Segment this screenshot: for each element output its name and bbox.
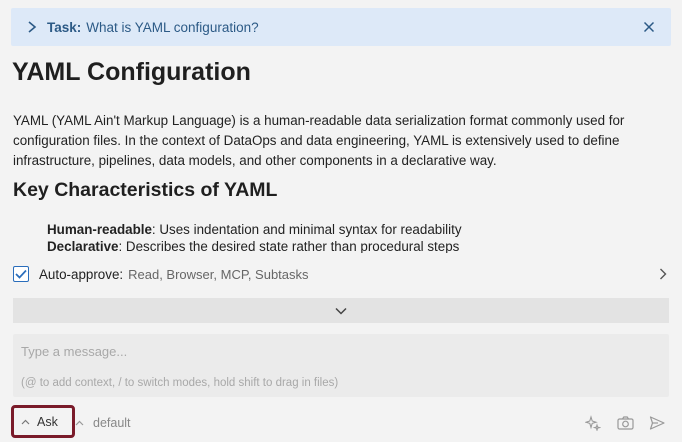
characteristics-list: Human-readable: Uses indentation and min… [47, 221, 647, 253]
close-icon[interactable] [641, 19, 657, 35]
chevron-down-icon [335, 302, 347, 320]
chevron-up-icon [21, 419, 31, 425]
chevron-up-icon [75, 420, 85, 426]
profile-selector[interactable]: default [75, 414, 131, 432]
task-text: What is YAML configuration? [86, 19, 259, 35]
chevron-right-icon[interactable] [657, 267, 669, 281]
message-hint: (@ to add context, / to switch modes, ho… [21, 377, 339, 389]
camera-icon[interactable] [616, 414, 634, 432]
list-item-desc: : Describes the desired state rather tha… [118, 239, 460, 253]
mode-selector[interactable]: Ask [11, 405, 75, 438]
page-title: YAML Configuration [12, 58, 251, 86]
list-item-term: Declarative [47, 239, 119, 253]
auto-approve-items: Read, Browser, MCP, Subtasks [128, 266, 309, 282]
chevron-right-icon[interactable] [27, 20, 39, 34]
intro-paragraph: YAML (YAML Ain't Markup Language) is a h… [13, 113, 625, 168]
list-item-desc: : Uses indentation and minimal syntax fo… [151, 222, 462, 237]
auto-approve-label: Auto-approve: [39, 266, 124, 282]
mode-label: Ask [37, 414, 58, 429]
sparkle-icon[interactable] [584, 414, 602, 432]
expand-toggle[interactable] [13, 298, 669, 323]
list-item: Human-readable: Uses indentation and min… [47, 221, 647, 238]
send-icon[interactable] [648, 414, 666, 432]
message-input[interactable]: Type a message... (@ to add context, / t… [13, 334, 669, 397]
list-item-term: Human-readable [47, 222, 152, 237]
message-placeholder: Type a message... [21, 344, 128, 359]
section-heading: Key Characteristics of YAML [13, 179, 278, 201]
task-label: Task: [47, 19, 82, 35]
auto-approve-checkbox[interactable] [13, 266, 29, 282]
task-header[interactable]: Task: What is YAML configuration? [11, 8, 671, 46]
auto-approve-row[interactable]: Auto-approve: Read, Browser, MCP, Subtas… [13, 262, 669, 286]
profile-label: default [93, 416, 131, 430]
list-item: Declarative: Describes the desired state… [47, 238, 647, 253]
